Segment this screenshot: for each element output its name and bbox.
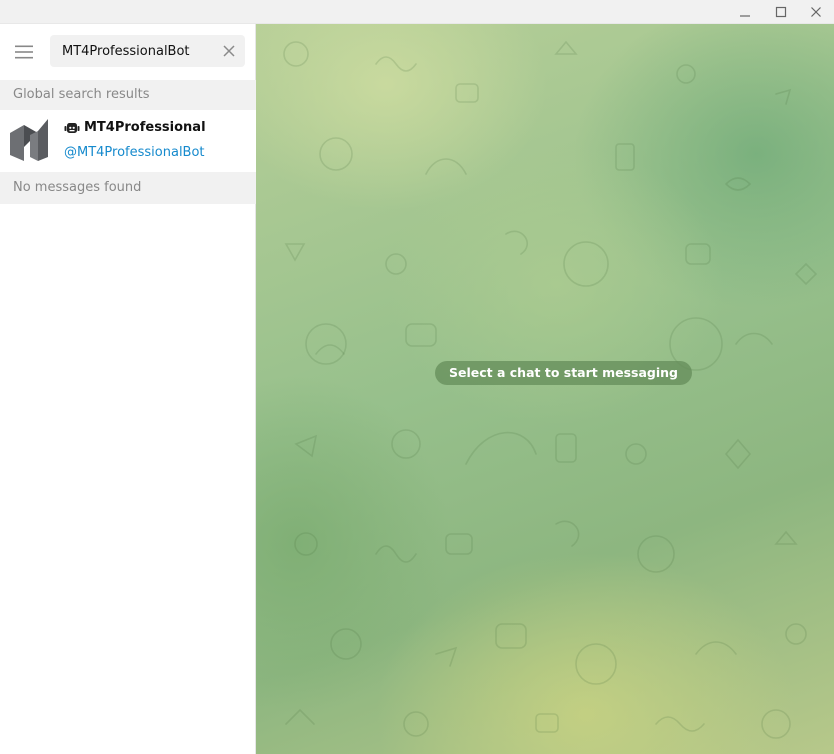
- menu-button[interactable]: [6, 34, 42, 70]
- mt4-logo: [10, 119, 48, 161]
- search-result-item[interactable]: MT4Professional @MT4ProfessionalBot: [0, 110, 256, 172]
- maximize-button[interactable]: [763, 0, 799, 24]
- clear-search-button[interactable]: [217, 39, 241, 63]
- close-icon: [811, 7, 821, 17]
- search-input[interactable]: [50, 35, 210, 67]
- hamburger-menu-icon: [15, 45, 33, 59]
- no-messages-header: No messages found: [0, 172, 256, 204]
- search-box: [50, 35, 245, 67]
- close-icon: [223, 45, 235, 57]
- maximize-icon: [775, 6, 787, 18]
- close-window-button[interactable]: [798, 0, 834, 24]
- result-username: @MT4ProfessionalBot: [64, 145, 205, 160]
- result-name: MT4Professional: [84, 120, 206, 135]
- bot-icon: [64, 123, 80, 133]
- doodle-pattern: [283, 40, 818, 739]
- telegram-window: Global search results MT4Professional @M…: [0, 0, 834, 754]
- global-search-results-header: Global search results: [0, 80, 256, 110]
- sidebar: Global search results MT4Professional @M…: [0, 24, 256, 754]
- search-header: [0, 24, 256, 80]
- chat-background: Select a chat to start messaging: [256, 24, 834, 754]
- empty-chat-message: Select a chat to start messaging: [435, 361, 692, 385]
- minimize-button[interactable]: [727, 0, 763, 24]
- title-bar: [0, 0, 834, 24]
- minimize-icon: [740, 15, 750, 17]
